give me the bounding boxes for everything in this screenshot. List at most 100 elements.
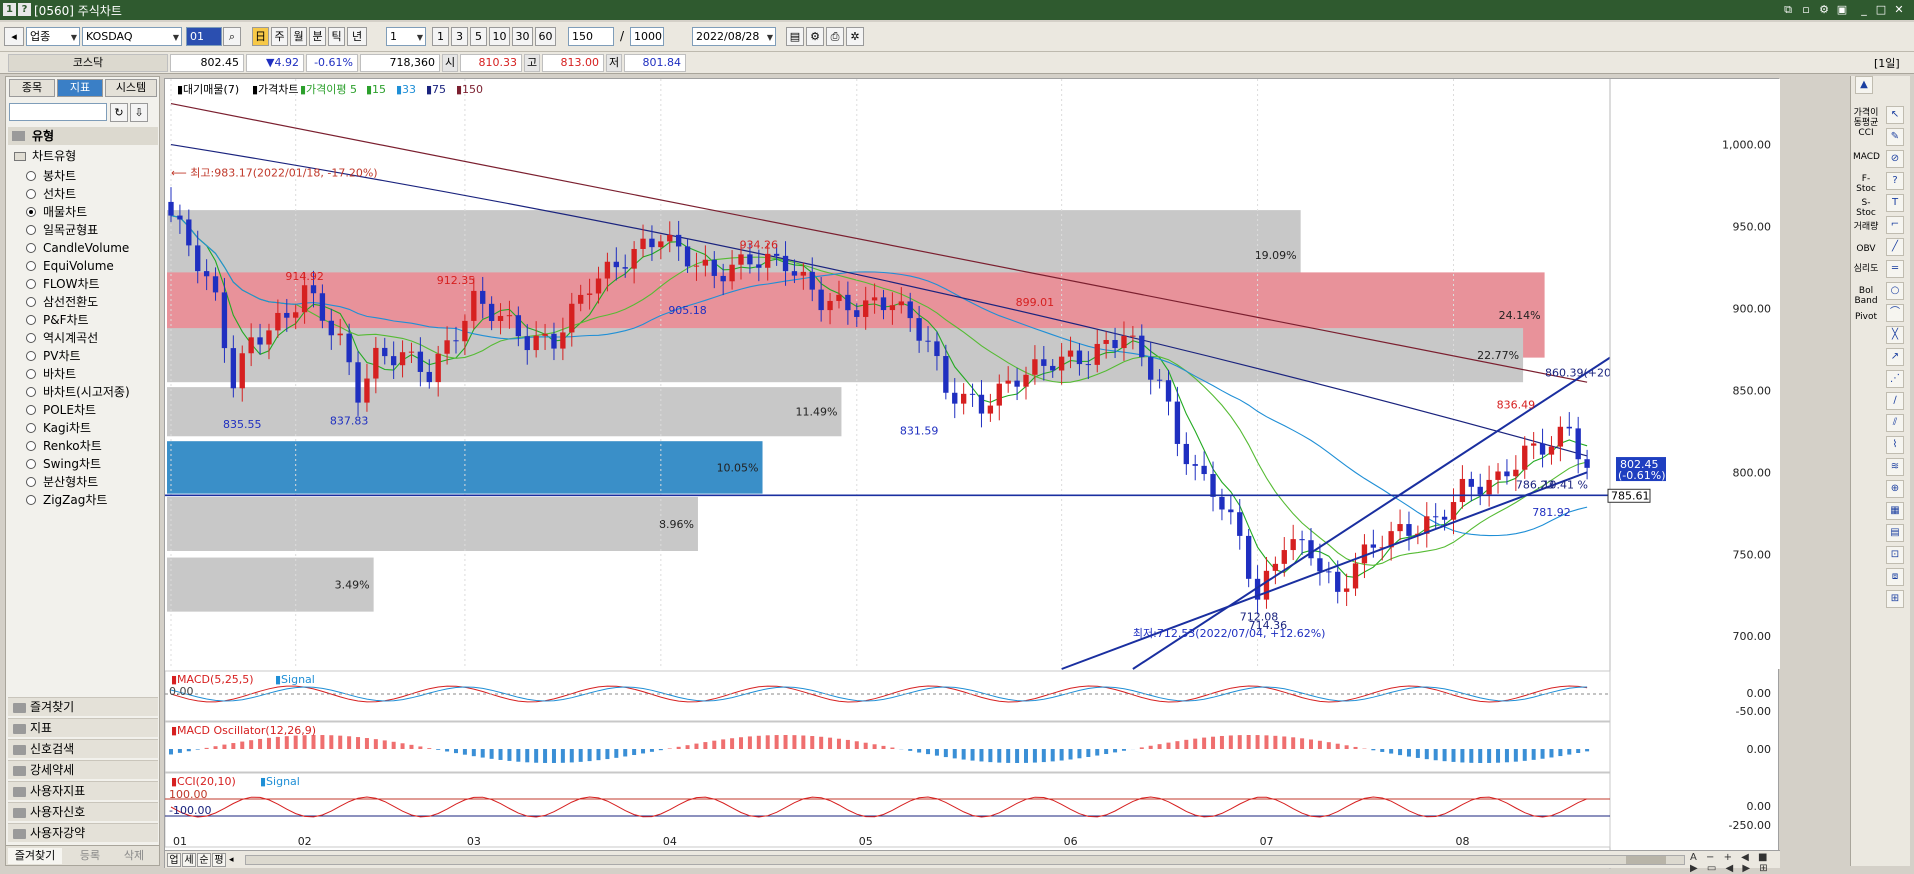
chart-type-item[interactable]: Kagi차트 [26,419,91,437]
drawing-tool-icon[interactable]: ▦ [1886,502,1904,520]
drawing-tool-icon[interactable]: ⌐ [1886,216,1904,234]
market-select[interactable]: 업종 [26,27,80,46]
interval-select[interactable]: 1 [386,27,426,46]
scroll-left-icon[interactable]: ◂ [229,853,239,867]
chart-type-item[interactable]: 바차트 [26,365,76,383]
indicator-shortcut[interactable]: 거래량 [1853,222,1879,232]
accordion-item[interactable]: 신호검색 [8,739,158,758]
close-button[interactable]: ✕ [1891,2,1907,17]
drawing-tool-icon[interactable]: ▤ [1886,524,1904,542]
info-icon[interactable]: ▣ [1834,2,1850,17]
chart-type-item[interactable]: 선차트 [26,185,76,203]
tab-favorites[interactable]: 즐겨찾기 [8,848,62,864]
scroll-up-icon[interactable]: ▲ [1855,76,1873,94]
drawing-tool-icon[interactable]: ○ [1886,282,1904,300]
accordion-item[interactable]: 즐겨찾기 [8,697,158,716]
chart-type-item[interactable]: POLE차트 [26,401,96,419]
radio-icon[interactable] [26,351,36,361]
radio-icon[interactable] [26,225,36,235]
chart-tab-1[interactable]: 업 [167,853,181,867]
drawing-tool-icon[interactable]: ? [1886,172,1904,190]
chart-type-item[interactable]: 봉차트 [26,167,76,185]
drawing-tool-icon[interactable]: ⌇ [1886,436,1904,454]
help-icon[interactable]: ? [18,3,31,16]
drawing-tool-icon[interactable]: ═ [1886,260,1904,278]
register-button[interactable]: 등록 [72,848,108,864]
radio-icon[interactable] [26,279,36,289]
drawing-tool-icon[interactable]: ∕ [1886,392,1904,410]
index-input[interactable]: KOSDAQ [82,27,182,46]
radio-icon[interactable] [26,423,36,433]
period-week-button[interactable]: 주 [271,27,288,46]
chart-type-item[interactable]: 매물차트 [26,203,87,221]
chart-tab-4[interactable]: 평 [212,853,226,867]
drawing-tool-icon[interactable]: ⊞ [1886,590,1904,608]
chart-type-item[interactable]: Renko차트 [26,437,102,455]
radio-icon[interactable] [26,477,36,487]
indicator-shortcut[interactable]: Pivot [1853,312,1879,322]
chart-type-item[interactable]: 역시계곡선 [26,329,98,347]
period-year-button[interactable]: 년 [347,27,367,46]
drawing-tool-icon[interactable]: ⊕ [1886,480,1904,498]
chart-type-item[interactable]: 바차트(시고저종) [26,383,130,401]
radio-icon[interactable] [26,333,36,343]
accordion-item[interactable]: 사용자강약 [8,823,158,842]
price-chart-svg[interactable]: 19.09% 24.14% 22.77% 11.49% 10.05% 8.96% 3.49%… [164,79,1780,869]
radio-icon[interactable] [26,207,36,217]
indicator-shortcut[interactable]: CCI [1853,128,1879,138]
chart-type-item[interactable]: FLOW차트 [26,275,100,293]
radio-icon[interactable] [26,315,36,325]
chart-tab-3[interactable]: 순 [197,853,211,867]
minimize-button[interactable]: _ [1856,2,1872,17]
day-icon[interactable]: 日 [252,27,269,46]
drawing-tool-icon[interactable]: ╳ [1886,326,1904,344]
period-month-button[interactable]: 월 [290,27,307,46]
indicator-shortcut[interactable]: S-Stoc [1853,198,1879,218]
max-count-input[interactable]: 1000 [630,27,664,46]
drawing-tool-icon[interactable]: ↗ [1886,348,1904,366]
settings-icon-2[interactable]: ⚙ [806,27,824,46]
print-icon[interactable]: ⎙ [826,27,844,46]
chart-type-item[interactable]: 삼선전환도 [26,293,98,311]
interval-60-button[interactable]: 60 [535,27,556,46]
tab-stock[interactable]: 종목 [9,79,55,97]
delete-button[interactable]: 삭제 [116,848,152,864]
chart-tab-2[interactable]: 세 [182,853,196,867]
settings-icon[interactable]: ⚙ [1816,2,1832,17]
radio-icon[interactable] [26,189,36,199]
radio-icon[interactable] [26,297,36,307]
indicator-shortcut[interactable]: Bol Band [1853,286,1879,306]
zoom-controls[interactable]: A − + ◀ ■ ▶ ▭ ◀ ▶ ⊞ [1690,852,1780,874]
chart-type-item[interactable]: ZigZag차트 [26,491,107,509]
drawing-tool-icon[interactable]: ⋰ [1886,370,1904,388]
radio-icon[interactable] [26,405,36,415]
indicator-shortcut[interactable]: 심리도 [1853,264,1879,274]
radio-icon[interactable] [26,261,36,271]
accordion-item[interactable]: 지표 [8,718,158,737]
tab-system[interactable]: 시스템 [105,79,157,97]
period-minute-button[interactable]: 분 [309,27,326,46]
interval-1-button[interactable]: 1 [432,27,449,46]
drawing-tool-icon[interactable]: ╱ [1886,238,1904,256]
accordion-item[interactable]: 사용자신호 [8,802,158,821]
radio-icon[interactable] [26,369,36,379]
code-input[interactable]: 01 [186,27,222,46]
chart-type-item[interactable]: CandleVolume [26,239,129,257]
drawing-tool-icon[interactable]: ⫽ [1886,414,1904,432]
chart-type-item[interactable]: PV차트 [26,347,81,365]
drawing-tool-icon[interactable]: ⊘ [1886,150,1904,168]
date-select[interactable]: 2022/08/28 [692,27,776,46]
drawing-tool-icon[interactable]: ✎ [1886,128,1904,146]
interval-3-button[interactable]: 3 [451,27,468,46]
radio-icon[interactable] [26,171,36,181]
radio-icon[interactable] [26,441,36,451]
accordion-item[interactable]: 강세약세 [8,760,158,779]
chart-type-item[interactable]: P&F차트 [26,311,89,329]
radio-icon[interactable] [26,243,36,253]
chart-type-item[interactable]: Swing차트 [26,455,101,473]
indicator-shortcut[interactable]: MACD [1853,152,1880,162]
chart-type-item[interactable]: EquiVolume [26,257,114,275]
indicator-shortcut[interactable]: OBV [1853,244,1879,254]
drawing-tool-icon[interactable]: ⊡ [1886,546,1904,564]
accordion-item[interactable]: 사용자지표 [8,781,158,800]
